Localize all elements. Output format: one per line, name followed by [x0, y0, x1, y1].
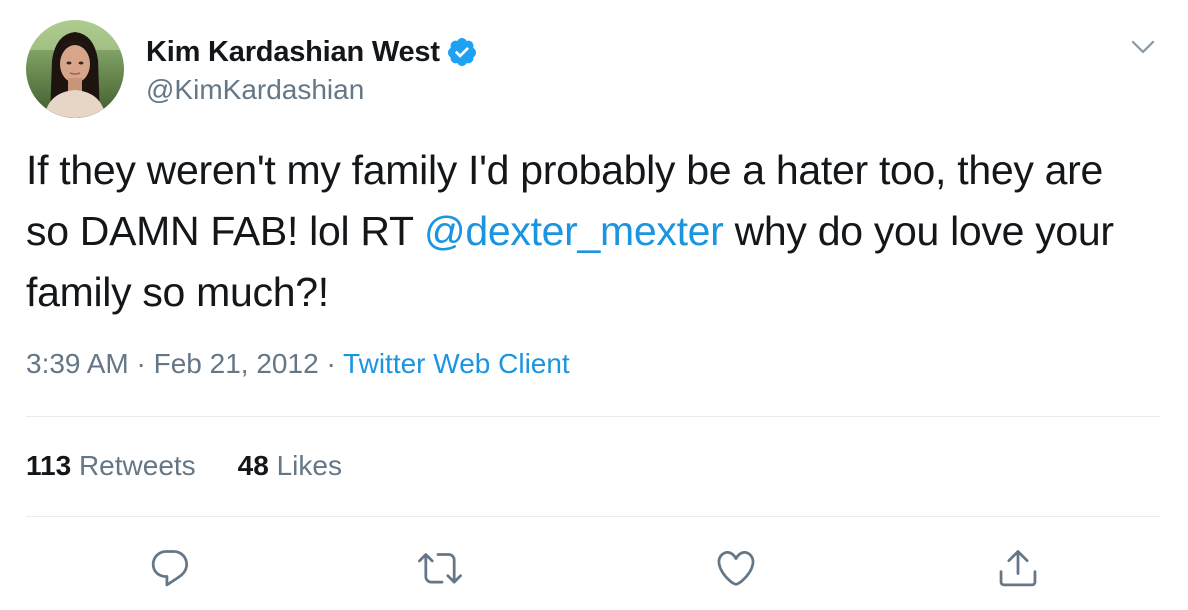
reply-icon[interactable] — [148, 546, 192, 590]
tweet-time[interactable]: 3:39 AM — [26, 348, 129, 379]
heart-icon[interactable] — [714, 546, 758, 590]
share-icon[interactable] — [996, 546, 1040, 590]
tweet-text: If they weren't my family I'd probably b… — [26, 140, 1156, 323]
likes-count: 48 — [237, 450, 269, 481]
tweet-card: Kim Kardashian West @KimKardashian If th… — [0, 0, 1188, 610]
meta-separator: · — [136, 348, 146, 379]
tweet-meta: 3:39 AM · Feb 21, 2012 · Twitter Web Cli… — [26, 348, 570, 380]
likes-stat[interactable]: 48 Likes — [238, 450, 342, 482]
avatar[interactable] — [26, 20, 124, 118]
tweet-stats: 113 Retweets 48 Likes — [26, 450, 384, 482]
name-row: Kim Kardashian West — [146, 32, 478, 72]
user-handle[interactable]: @KimKardashian — [146, 74, 478, 106]
chevron-down-icon[interactable] — [1128, 32, 1158, 62]
retweets-label: Retweets — [78, 450, 196, 481]
retweets-stat[interactable]: 113 Retweets — [26, 450, 196, 482]
tweet-header: Kim Kardashian West @KimKardashian — [26, 20, 478, 118]
mention-link[interactable]: @dexter_mexter — [424, 208, 724, 254]
retweets-count: 113 — [26, 450, 72, 481]
display-name[interactable]: Kim Kardashian West — [146, 36, 440, 69]
tweet-date[interactable]: Feb 21, 2012 — [154, 348, 319, 379]
divider — [26, 416, 1160, 417]
tweet-actions — [0, 540, 1188, 596]
divider — [26, 516, 1160, 517]
user-names: Kim Kardashian West @KimKardashian — [146, 32, 478, 106]
verified-badge-icon — [446, 36, 478, 68]
likes-label: Likes — [276, 450, 342, 481]
tweet-source-link[interactable]: Twitter Web Client — [343, 348, 570, 379]
meta-separator: · — [326, 348, 336, 379]
retweet-icon[interactable] — [418, 546, 462, 590]
